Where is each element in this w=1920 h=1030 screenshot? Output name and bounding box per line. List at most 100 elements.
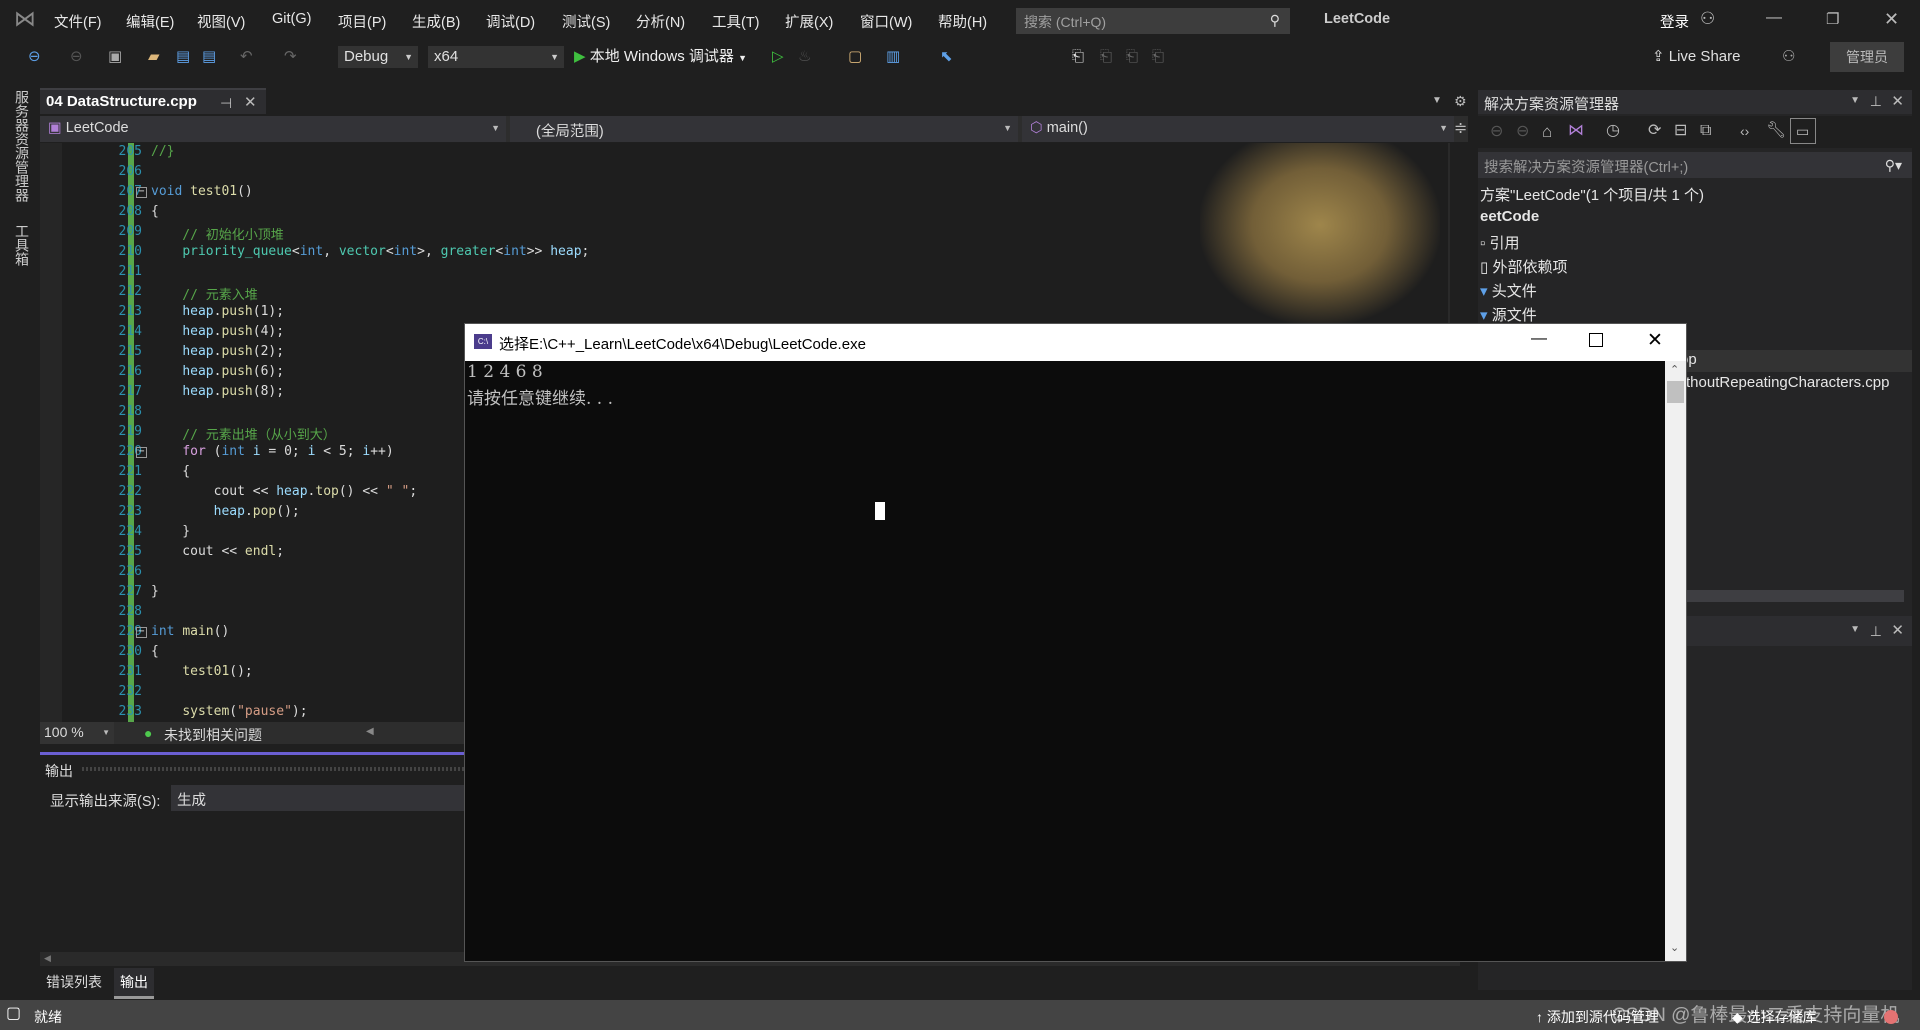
menu-test[interactable]: 测试(S) <box>562 11 610 32</box>
tree-project[interactable]: eetCode <box>1480 208 1539 225</box>
scroll-thumb[interactable] <box>1667 381 1684 403</box>
login-link[interactable]: 登录 <box>1660 11 1689 32</box>
menu-project[interactable]: 项目(P) <box>338 11 386 32</box>
member-dropdown[interactable]: ⬡ main() ▼ <box>1022 116 1454 142</box>
tree-header-files[interactable]: ▾ 头文件 <box>1480 280 1537 301</box>
menu-help[interactable]: 帮助(H) <box>938 11 987 32</box>
switch-views-icon[interactable]: ⋈ <box>1568 123 1584 139</box>
forward-icon[interactable]: ⊖ <box>70 46 83 68</box>
fold-toggle-icon[interactable]: − <box>136 447 147 458</box>
hot-reload-icon[interactable]: ♨ <box>798 46 811 68</box>
pin-icon[interactable]: ⊥ <box>1870 624 1882 638</box>
notification-icon[interactable]: ▢ <box>6 1006 21 1022</box>
close-icon[interactable]: ✕ <box>1647 329 1663 352</box>
maximize-icon[interactable] <box>1589 333 1603 347</box>
pending-changes-filter-icon[interactable]: ◷ <box>1606 123 1620 139</box>
menu-edit[interactable]: 编辑(E) <box>126 11 174 32</box>
collapse-all-icon[interactable]: ⊟ <box>1674 123 1687 139</box>
scroll-down-icon[interactable]: ⌄ <box>1670 943 1679 954</box>
code-line[interactable]: priority_queue<int, vector<int>, greater… <box>151 244 589 259</box>
code-line[interactable]: { <box>151 204 159 219</box>
settings-gear-icon[interactable]: ⚙ <box>1454 94 1467 108</box>
code-line[interactable]: } <box>151 524 190 539</box>
home-icon[interactable]: ⌂ <box>1542 123 1552 140</box>
code-line[interactable]: // 初始化小顶堆 <box>151 224 284 243</box>
minimize-icon[interactable]: — <box>1766 10 1782 26</box>
menu-analyze[interactable]: 分析(N) <box>636 11 685 32</box>
code-line[interactable]: } <box>151 584 159 599</box>
live-share-button[interactable]: ⇪ Live Share <box>1652 46 1740 68</box>
dropdown-icon[interactable]: ▼ <box>1850 96 1860 106</box>
prev-bookmark-icon[interactable]: ⎗ <box>1100 46 1112 68</box>
layout-icon[interactable]: ▥ <box>886 46 900 68</box>
horizontal-scrollbar[interactable] <box>1686 590 1904 602</box>
close-icon[interactable]: ✕ <box>1891 623 1904 638</box>
redo-icon[interactable]: ↷ <box>284 46 297 68</box>
tree-source-files[interactable]: ▾ 源文件 <box>1480 304 1537 325</box>
save-all-icon[interactable]: ▤ <box>202 46 216 68</box>
tree-file[interactable]: thoutRepeatingCharacters.cpp <box>1686 374 1889 391</box>
solution-search-input[interactable]: 搜索解决方案资源管理器(Ctrl+;) ⚲▾ <box>1478 152 1912 178</box>
issues-status[interactable]: 未找到相关问题 <box>164 725 262 745</box>
console-window[interactable]: C:\ 选择E:\C++_Learn\LeetCode\x64\Debug\Le… <box>465 324 1686 961</box>
forward-icon[interactable]: ⊖ <box>1516 124 1529 140</box>
code-line[interactable]: heap.push(1); <box>151 304 284 319</box>
code-line[interactable]: heap.push(8); <box>151 384 284 399</box>
tab-datastructure-cpp[interactable]: 04 DataStructure.cpp ⊣ ✕ <box>40 88 266 114</box>
scroll-up-icon[interactable]: ⌃ <box>1670 365 1679 376</box>
show-all-files-icon[interactable]: ⧉ <box>1700 123 1711 139</box>
next-bookmark-icon[interactable]: ⎗ <box>1126 46 1138 68</box>
code-line[interactable]: //} <box>151 144 174 159</box>
code-line[interactable]: heap.push(4); <box>151 324 284 339</box>
account-icon[interactable]: ⚇ <box>1700 10 1715 27</box>
preview-selected-icon[interactable]: ▭ <box>1790 118 1816 144</box>
menu-tools[interactable]: 工具(T) <box>712 11 760 32</box>
close-icon[interactable]: ✕ <box>1891 94 1904 109</box>
pin-icon[interactable]: ⊣ <box>220 96 232 110</box>
back-icon[interactable]: ⊖ <box>1490 124 1503 140</box>
notification-badge[interactable] <box>1884 1010 1898 1024</box>
start-without-debug-icon[interactable]: ▷ <box>772 46 784 68</box>
close-icon[interactable]: ✕ <box>1884 10 1899 28</box>
fold-toggle-icon[interactable]: − <box>136 187 147 198</box>
code-line[interactable]: cout << endl; <box>151 544 284 559</box>
code-line[interactable]: system("pause"); <box>151 704 307 719</box>
code-line[interactable]: // 元素出堆（从小到大） <box>151 424 336 443</box>
menu-extensions[interactable]: 扩展(X) <box>785 11 833 32</box>
tree-references[interactable]: ▫ 引用 <box>1480 232 1520 253</box>
menu-file[interactable]: 文件(F) <box>54 11 102 32</box>
server-explorer-tab[interactable]: 服务器资源管理器 <box>12 90 32 202</box>
zoom-dropdown[interactable]: 100 % ▼ <box>40 722 114 744</box>
feedback-icon[interactable]: ⚇ <box>1782 46 1795 68</box>
view-code-icon[interactable]: ‹› <box>1740 124 1749 138</box>
code-line[interactable]: { <box>151 464 190 479</box>
start-debug-button[interactable]: ▶ 本地 Windows 调试器 ▼ <box>574 46 747 68</box>
properties-wrench-icon[interactable]: 🔧︎ <box>1766 123 1786 139</box>
code-line[interactable]: heap.push(2); <box>151 344 284 359</box>
code-line[interactable]: heap.pop(); <box>151 504 300 519</box>
save-icon[interactable]: ▤ <box>176 46 190 68</box>
tab-output[interactable]: 输出 <box>114 968 154 999</box>
platform-select[interactable]: x64 ▼ <box>428 46 564 68</box>
scroll-left-icon[interactable]: ◀ <box>44 954 51 963</box>
new-project-icon[interactable]: ▣ <box>108 46 122 68</box>
open-folder-icon[interactable]: ▰ <box>148 46 160 68</box>
undo-icon[interactable]: ↶ <box>240 46 253 68</box>
tab-list-dropdown-icon[interactable]: ▼ <box>1432 96 1442 106</box>
tree-solution[interactable]: 方案"LeetCode"(1 个项目/共 1 个) <box>1480 184 1704 205</box>
scroll-left-icon[interactable]: ◀ <box>366 727 374 737</box>
bookmark-icon[interactable]: ⎗ <box>1072 46 1084 68</box>
restore-icon[interactable]: ❐ <box>1826 12 1839 27</box>
menu-git[interactable]: Git(G) <box>272 11 311 27</box>
code-line[interactable]: test01(); <box>151 664 252 679</box>
code-line[interactable]: heap.push(6); <box>151 364 284 379</box>
dropdown-icon[interactable]: ▼ <box>1850 625 1860 635</box>
minimize-icon[interactable]: — <box>1531 330 1547 348</box>
tree-external-deps[interactable]: ▯ 外部依赖项 <box>1480 256 1567 277</box>
menu-view[interactable]: 视图(V) <box>197 11 245 32</box>
code-line[interactable]: { <box>151 644 159 659</box>
menu-window[interactable]: 窗口(W) <box>860 11 912 32</box>
menu-build[interactable]: 生成(B) <box>412 11 460 32</box>
code-line[interactable]: // 元素入堆 <box>151 284 258 303</box>
find-in-files-icon[interactable]: ▢ <box>848 46 862 68</box>
